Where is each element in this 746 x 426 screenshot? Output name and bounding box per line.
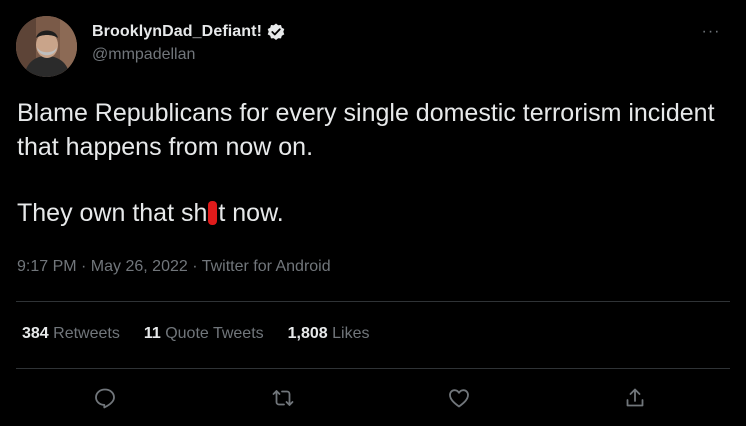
share-icon <box>626 388 644 407</box>
tweet-timestamp[interactable]: 9:17 PM · May 26, 2022 · Twitter for And… <box>17 258 331 276</box>
retweet-icon <box>272 390 294 406</box>
retweets-stat[interactable]: 384 Retweets <box>22 325 120 343</box>
quote-tweets-count: 11 <box>143 325 161 342</box>
tweet-text-after-censor: t now. <box>218 199 284 227</box>
author-block: BrooklynDad_Defiant! @mmpadellan <box>92 20 286 64</box>
divider <box>16 301 730 302</box>
likes-label: Likes <box>327 325 370 342</box>
user-avatar-photo <box>16 16 77 77</box>
retweets-label: Retweets <box>48 325 120 342</box>
quote-tweets-label: Quote Tweets <box>160 325 264 342</box>
censor-mark <box>208 201 218 225</box>
reply-icon <box>95 388 115 409</box>
avatar[interactable] <box>16 16 77 77</box>
likes-stat[interactable]: 1,808 Likes <box>288 325 370 343</box>
quote-tweets-stat[interactable]: 11 Quote Tweets <box>144 325 264 343</box>
verified-badge-icon <box>266 22 286 42</box>
like-icon <box>449 389 469 408</box>
display-name[interactable]: BrooklynDad_Defiant! <box>92 23 262 41</box>
likes-count: 1,808 <box>287 325 328 342</box>
like-button[interactable] <box>441 380 477 416</box>
handle[interactable]: @mmpadellan <box>92 46 286 64</box>
reply-button[interactable] <box>87 380 123 416</box>
engagement-stats: 384 Retweets 11 Quote Tweets 1,808 Likes <box>22 325 393 343</box>
divider <box>16 368 730 369</box>
display-name-row: BrooklynDad_Defiant! <box>92 20 286 44</box>
action-bar <box>0 380 746 416</box>
tweet-text-before-censor: They own that sh <box>17 199 208 227</box>
more-options-icon[interactable]: ··· <box>700 22 722 42</box>
tweet-paragraph-2: They own that sh t now. <box>17 196 732 230</box>
share-button[interactable] <box>617 380 653 416</box>
retweets-count: 384 <box>22 325 49 342</box>
tweet-text: Blame Republicans for every single domes… <box>17 96 732 230</box>
tweet-detail: BrooklynDad_Defiant! @mmpadellan ··· Bla… <box>0 0 746 426</box>
retweet-button[interactable] <box>265 380 301 416</box>
tweet-paragraph-1: Blame Republicans for every single domes… <box>17 99 715 161</box>
